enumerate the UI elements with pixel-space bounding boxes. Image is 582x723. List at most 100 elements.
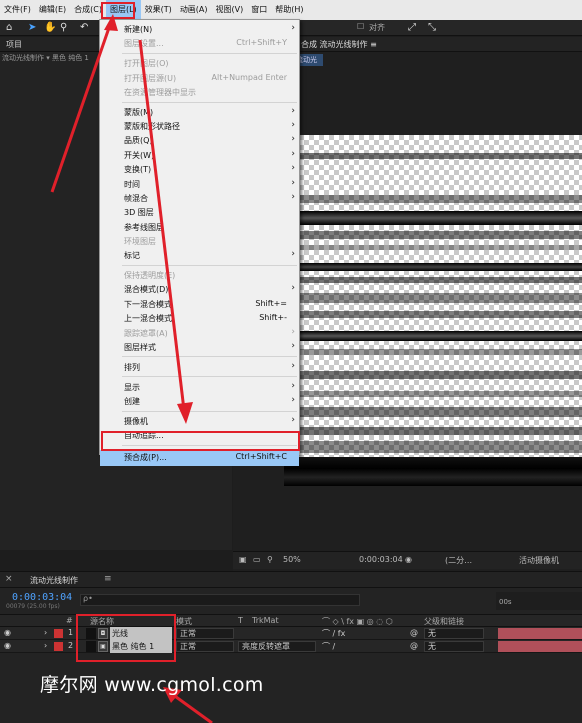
dropdown-menu-item[interactable]: 变换(T) › [100,162,299,176]
dropdown-menu-item[interactable]: 品质(Q) › [100,133,299,147]
parent-dropdown[interactable]: 无 [424,641,484,652]
dropdown-menu-item[interactable]: 标记 › [100,248,299,262]
camera-dropdown[interactable]: 活动摄像机 [519,555,559,566]
menu-item-label: 开关(W) [124,150,155,160]
dropdown-menu-item[interactable]: 蒙版和形状路径 › [100,119,299,133]
zoom-dropdown-icon[interactable]: ⚲ [267,555,273,564]
menu-item-label: 预合成(P)... [124,452,167,462]
composition-footer: ▣ ▭ ⚲ 50% 0:00:03:04 ◉ (二分… 活动摄像机 [233,551,582,569]
pickwhip-icon[interactable]: @ [410,641,418,650]
layer-duration-bar[interactable] [498,628,582,639]
menu-item-label: 显示 [124,382,140,392]
rotate-tool-icon[interactable]: ↶ [80,22,88,33]
menu-item[interactable]: 窗口 [247,0,271,20]
layer-switches[interactable]: ⌒ / fx [322,628,345,639]
expand-arrow-icon[interactable]: › [44,641,47,650]
menu-item-label: 蒙版(M) [124,107,154,117]
dropdown-menu-item[interactable]: 创建 › [100,394,299,408]
dropdown-menu-item[interactable]: 蒙版(M) › [100,105,299,119]
search-icon: ρ• [83,594,93,603]
light-streak [284,441,582,453]
dropdown-menu-item[interactable]: 排列 › [100,360,299,374]
visibility-icon[interactable]: ◉ [4,628,11,637]
layer-number: 1 [68,628,74,637]
current-time[interactable]: 0:00:03:04 [359,555,403,564]
dropdown-menu-item[interactable]: 时间 › [100,177,299,191]
snap-checkbox-icon[interactable]: ☐ [357,22,364,31]
menu-item-label: 蒙版和形状路径 [124,122,180,132]
dropdown-menu-item[interactable]: 3D 图层 [100,205,299,219]
dropdown-menu-item[interactable]: 混合模式(D) › [100,282,299,296]
menu-highlight-annotation [101,2,135,19]
dropdown-menu-item[interactable]: 下一混合模式 Shift+= [100,297,299,311]
track-matte-dropdown[interactable]: 亮度反转遮罩 [238,641,316,652]
selection-tool-icon[interactable]: ➤ [28,22,36,33]
menu-item[interactable]: 编辑(E) [35,0,70,20]
dropdown-menu-item[interactable]: 图层样式 › [100,340,299,354]
hand-tool-icon[interactable]: ✋ [44,22,56,33]
snap-options-icon[interactable]: ⤢ [408,22,416,33]
visibility-icon[interactable]: ◉ [4,641,11,650]
timeline-tab[interactable]: × 流动光线制作 ≡ [0,572,582,588]
menu-separator [122,101,297,103]
menu-item[interactable]: 视图(V) [212,0,248,20]
panel-menu-icon[interactable]: ≡ [104,574,112,584]
menu-item-shortcut: Alt+Numpad Enter [211,72,287,82]
display-icon[interactable]: ▭ [253,555,261,564]
parent-dropdown[interactable]: 无 [424,628,484,639]
label-color-swatch[interactable] [54,642,63,651]
resolution-dropdown[interactable]: (二分… [445,555,472,566]
submenu-arrow-icon: › [291,414,295,425]
menu-item[interactable]: 动画(A) [176,0,212,20]
menu-item[interactable]: 文件(F) [0,0,35,20]
dropdown-menu-item[interactable]: 开关(W) › [100,148,299,162]
light-streak [284,311,582,318]
dropdown-menu-item[interactable]: 摄像机 › [100,414,299,428]
expand-arrow-icon[interactable]: › [44,628,47,637]
light-streak [284,263,582,271]
submenu-arrow-icon: › [291,394,295,405]
menu-item-label: 品质(Q) [124,136,153,146]
menu-item[interactable]: 帮助(H) [271,0,307,20]
light-streak [284,195,582,203]
dropdown-menu-item[interactable]: 帧混合 › [100,191,299,205]
snapshot-icon[interactable]: ◉ [405,555,412,564]
home-icon[interactable]: ⌂ [6,22,12,33]
snap-label: 对齐 [369,23,385,32]
blend-mode-dropdown[interactable]: 正常 [176,641,234,652]
menu-separator [122,52,297,54]
menu-item-label: 保持透明度(E) [124,271,176,281]
light-streak [284,277,582,283]
zoom-level[interactable]: 50% [283,555,301,564]
layer-duration-bar[interactable] [498,641,582,652]
light-streak [284,349,582,355]
label-color-swatch[interactable] [54,629,63,638]
pickwhip-icon[interactable]: @ [410,628,418,637]
dropdown-menu-item[interactable]: 预合成(P)... Ctrl+Shift+C [100,449,299,466]
composition-viewer[interactable] [284,135,582,486]
preview-icon[interactable]: ▣ [239,555,247,564]
layer-switches[interactable]: ⌒ / [322,641,335,652]
layer-search-input[interactable]: ρ• [80,594,360,606]
menu-item[interactable]: 效果(T) [141,0,176,20]
time-ruler[interactable]: 00s [496,592,582,610]
dropdown-menu-item[interactable]: 显示 › [100,380,299,394]
dropdown-menu-item[interactable]: 新建(N) › [100,22,299,36]
menu-item-label: 打开图层(O) [124,59,169,69]
expand-icon[interactable]: ⤡ [428,22,436,33]
submenu-arrow-icon: › [291,177,295,188]
dropdown-menu-item[interactable]: 上一混合模式 Shift+- [100,311,299,325]
light-streak [284,427,582,435]
dropdown-menu-item: 打开图层源(U) Alt+Numpad Enter [100,71,299,85]
ruler-mark: 00s [499,598,512,606]
menu-separator [122,264,297,266]
menu-separator [122,410,297,412]
menu-bar: 文件(F) 编辑(E) 合成(C) 图层(L) 效果(T) 动画(A) 视图(V) 窗口 帮助(… [0,0,582,20]
dropdown-menu-item[interactable]: 参考线图层 [100,220,299,234]
menu-item-label: 图层设置... [124,39,164,49]
zoom-tool-icon[interactable]: ⚲ [60,22,67,33]
close-icon[interactable]: × [5,574,13,584]
blend-mode-dropdown[interactable]: 正常 [176,628,234,639]
timeline-timecode[interactable]: 0:00:03:04 [12,592,72,603]
menu-item-label: 上一混合模式 [124,314,172,324]
